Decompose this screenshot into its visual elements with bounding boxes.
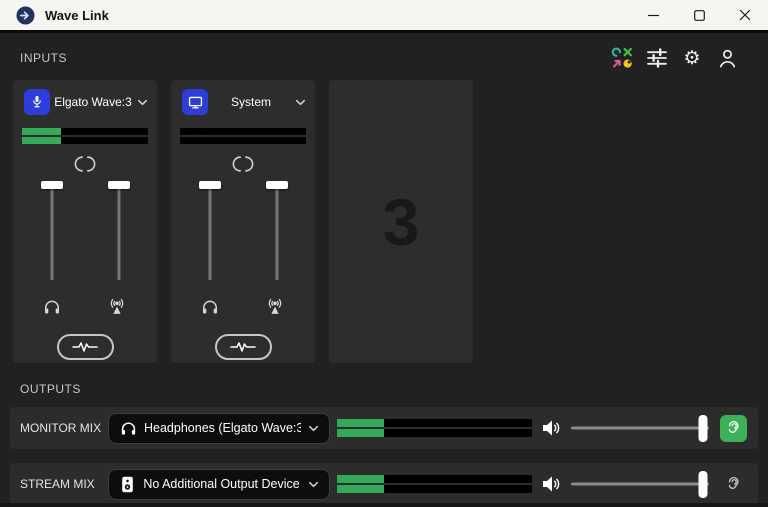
app-logo-icon [16,6,35,25]
chevron-down-icon [294,96,307,109]
effects-waveform-icon [71,341,99,353]
outputs-section-label: OUTPUTS [20,382,81,396]
stream-mix-row: STREAM MIX No Additional Output Device [10,463,758,505]
meter-fill-right [22,137,62,144]
wave-link-window: Wave Link INPUTS ⚙ Elgato Wave:3 System … [0,0,768,507]
effects-button[interactable] [214,334,272,360]
selected-device: Headphones (Elgato Wave:3) [144,421,301,435]
meter-fill-right [337,485,384,493]
meter-fill-left [337,419,384,427]
headphones-icon [42,297,62,317]
monitor-fader[interactable] [40,178,63,282]
volume-icon [541,417,563,439]
monitor-volume-slider[interactable] [571,414,709,442]
channel-device-name: Elgato Wave:3 [54,95,132,109]
meter-fill-left [337,475,384,483]
ear-icon [724,475,743,494]
device-select[interactable]: Elgato Wave:3 [13,80,157,115]
stream-mix-label: STREAM MIX [20,477,95,491]
meter-fill-left [22,128,62,135]
stereo-link-icon[interactable] [231,155,255,173]
effects-waveform-icon [229,341,257,353]
maximize-button[interactable] [676,0,722,30]
mixer-settings-icon[interactable] [644,45,670,71]
input-channel-empty-slot: 3 [329,80,473,363]
stream-output-device-select[interactable]: No Additional Output Device [108,468,330,500]
speaker-box-icon [119,475,136,494]
input-channel-wave3: Elgato Wave:3 [13,80,157,363]
stream-fader[interactable] [107,178,130,282]
monitor-volume-handle[interactable] [698,414,708,442]
stream-fader-handle[interactable] [265,181,288,190]
window-title: Wave Link [45,7,109,23]
channel-level-meter [180,128,306,144]
app-header: INPUTS ⚙ [0,33,768,71]
gear-icon[interactable]: ⚙ [679,45,705,71]
output-level-meter [337,475,532,493]
stream-volume-slider[interactable] [571,470,709,498]
broadcast-icon [106,297,128,317]
input-channel-system: System [171,80,315,363]
stream-volume-handle[interactable] [698,470,708,498]
input-channels: Elgato Wave:3 System 3 [0,71,768,363]
chevron-down-icon [307,478,320,491]
close-button[interactable] [722,0,768,30]
monitor-mix-label: MONITOR MIX [20,421,102,435]
slot-number: 3 [382,184,420,259]
monitor-fader-handle[interactable] [198,181,221,190]
volume-icon [541,473,563,495]
monitor-fader-handle[interactable] [40,181,63,190]
effects-button[interactable] [56,334,114,360]
channel-faders [13,178,157,282]
monitor-toggle-button[interactable] [720,414,747,442]
channel-device-name: System [230,95,271,109]
marketplace-icon[interactable] [609,45,635,71]
window-controls [630,0,768,30]
chevron-down-icon [307,422,320,435]
display-icon [182,89,208,115]
monitor-output-device-select[interactable]: Headphones (Elgato Wave:3) [108,412,330,444]
broadcast-icon [264,297,286,317]
app-body: INPUTS ⚙ Elgato Wave:3 System 3 OUTPUTS … [0,30,768,507]
bottom-edge [0,503,768,507]
device-select[interactable]: System [171,80,315,115]
meter-fill-right [337,429,384,437]
channel-level-meter [22,128,148,144]
output-level-meter [337,419,532,437]
titlebar: Wave Link [0,0,768,30]
profile-icon[interactable] [714,45,740,71]
inputs-section-label: INPUTS [20,51,68,65]
channel-faders [171,178,315,282]
monitor-fader[interactable] [198,178,221,282]
monitor-mix-row: MONITOR MIX Headphones (Elgato Wave:3) [10,407,758,449]
stream-fader-handle[interactable] [107,181,130,190]
selected-device: No Additional Output Device [143,477,300,491]
headphones-icon [200,297,220,317]
headphones-icon [119,419,138,438]
chevron-down-icon [136,96,149,109]
header-toolbar: ⚙ [609,45,740,71]
stream-fader[interactable] [265,178,288,282]
stereo-link-icon[interactable] [73,155,97,173]
ear-icon [724,419,743,438]
microphone-icon [24,89,50,115]
minimize-button[interactable] [630,0,676,30]
stream-monitor-toggle-button[interactable] [720,471,747,498]
